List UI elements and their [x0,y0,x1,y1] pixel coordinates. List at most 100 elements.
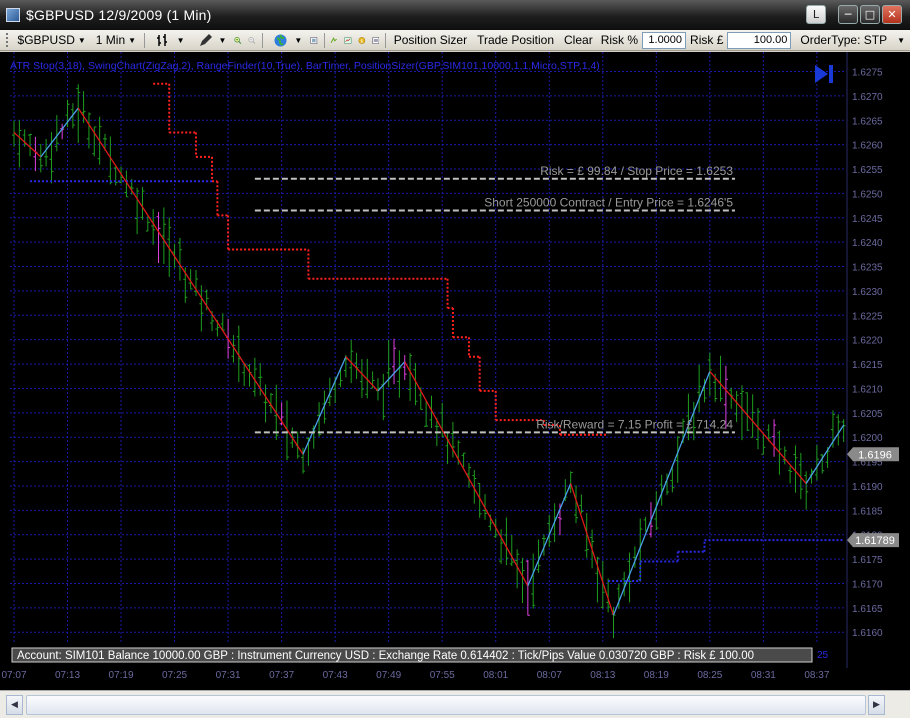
chevron-down-icon: ▼ [897,35,906,45]
toolbar-separator [144,32,145,48]
risk-percent-input[interactable] [642,31,687,49]
toolbar-separator [323,32,325,48]
x-tick-label: 07:19 [109,670,134,681]
chart-toolbar: $GBPUSD ▼ 1 Min ▼ ▼ ▼ ▼ $ Position Sizer T… [0,30,910,51]
scroll-to-end-icon[interactable] [815,65,833,83]
y-tick-label: 1.6220 [852,336,883,347]
instrument-selector[interactable]: $GBPUSD ▼ [13,31,91,50]
scrollbar-thumb[interactable] [26,695,866,715]
risk-gbp-input[interactable] [727,31,792,49]
link-button[interactable]: L [806,5,826,24]
axes: 1.6275 1.6270 1.6265 1.6260 1.6255 1.6250 1.62… [1,52,899,681]
order-type-selector[interactable]: OrderType: STP ▼ [795,31,910,50]
x-tick-label: 07:37 [269,670,294,681]
x-tick-label: 07:07 [1,670,26,681]
y-tick-label: 1.6160 [852,628,883,639]
globe-menu-button[interactable]: ▼ [265,31,307,50]
interval-label: 1 Min [95,33,126,47]
zigzag-swing-line [805,424,845,484]
close-button[interactable]: ✕ [882,5,902,24]
chevron-down-icon: ▼ [128,35,137,45]
window-controls: L ─ □ ✕ [806,5,902,24]
y-tick-label: 1.6230 [852,287,883,298]
interval-selector[interactable]: 1 Min ▼ [91,31,141,50]
y-tick-label: 1.6175 [852,555,883,566]
zoom-out-icon[interactable] [248,33,256,48]
x-tick-label: 07:43 [323,670,348,681]
analyzer-icon[interactable] [344,33,352,48]
trade-position-button[interactable]: Trade Position [472,31,559,50]
y-tick-label: 1.6210 [852,384,883,395]
chevron-down-icon: ▼ [77,35,86,45]
data-box-icon[interactable] [372,33,380,48]
y-tick-label: 1.6200 [852,433,883,444]
scroll-right-arrow-icon[interactable]: ▶ [868,695,885,715]
y-tick-label: 1.6240 [852,238,883,249]
instrument-label: $GBPUSD [17,33,75,47]
zoom-in-icon[interactable] [234,33,242,48]
zigzag-swing-line [302,356,347,455]
zigzag-swing-line [77,107,304,455]
clear-button[interactable]: Clear [559,31,598,50]
chart-app-icon [6,8,20,22]
pencil-icon [199,33,212,46]
x-tick-label: 08:31 [751,670,776,681]
y-tick-label: 1.6215 [852,360,883,371]
svg-text:$: $ [360,38,363,44]
account-status-text: Account: SIM101 Balance 10000.00 GBP : I… [17,650,754,662]
position-sizer-label: Risk = £ 99.84 / Stop Price = 1.6253 [540,164,733,178]
minimize-button[interactable]: ─ [838,5,858,24]
price-chart[interactable]: Risk = £ 99.84 / Stop Price = 1.6253 Shor… [0,52,910,690]
title-bar: $GBPUSD 12/9/2009 (1 Min) L ─ □ ✕ [0,0,910,30]
drawing-tool-button[interactable]: ▼ [190,31,232,50]
properties-icon[interactable] [310,33,318,48]
maximize-button[interactable]: □ [860,5,880,24]
position-sizer-label: Risk/Reward = 7.15 Profit = £ 714.24 [536,417,733,431]
x-tick-label: 07:55 [430,670,455,681]
x-tick-label: 08:07 [537,670,562,681]
chevron-down-icon: ▼ [294,35,303,45]
position-sizer-button[interactable]: Position Sizer [389,31,472,50]
order-type-label: OrderType: STP [800,33,888,47]
x-tick-label: 08:25 [697,670,722,681]
y-tick-label: 1.6235 [852,263,883,274]
y-tick-label: 1.6165 [852,604,883,615]
y-tick-label: 1.6225 [852,311,883,322]
y-tick-label: 1.6250 [852,189,883,200]
toolbar-grip[interactable] [6,33,9,47]
x-tick-label: 07:49 [376,670,401,681]
chart-panel[interactable]: Risk = £ 99.84 / Stop Price = 1.6253 Shor… [0,52,910,690]
y-tick-label: 1.6170 [852,579,883,590]
chart-grid [10,52,845,642]
stop-price-marker-label: 1.61789 [855,535,895,547]
horizontal-scrollbar[interactable]: ◀ ▶ [0,690,910,718]
toolbar-separator [385,32,386,48]
scroll-left-arrow-icon[interactable]: ◀ [6,695,23,715]
chevron-down-icon: ▼ [176,35,185,45]
zigzag-swing-line [40,107,79,158]
globe-icon [274,34,287,46]
bar-type-icon [156,33,167,46]
indicator-caption: ATR Stop(3,18), SwingChart(ZigZag,2), Ra… [10,60,600,72]
x-tick-label: 07:25 [162,670,187,681]
x-tick-label: 08:37 [804,670,829,681]
risk-gbp-label: Risk £ [690,33,724,47]
bar-type-button[interactable]: ▼ [148,31,190,50]
zigzag-swing-line [612,371,711,616]
x-tick-label: 08:01 [483,670,508,681]
x-tick-label: 07:31 [216,670,241,681]
chevron-down-icon: ▼ [218,35,227,45]
x-tick-label: 08:13 [590,670,615,681]
window-title: $GBPUSD 12/9/2009 (1 Min) [26,7,212,23]
risk-percent-label: Risk % [600,33,639,47]
position-sizer-label: Short 250000 Contract / Entry Price = 1.… [484,195,733,209]
strategy-icon[interactable] [330,33,338,48]
y-tick-label: 1.6245 [852,214,883,225]
zigzag-swing-line [570,483,615,616]
x-tick-label: 08:19 [644,670,669,681]
y-tick-label: 1.6190 [852,482,883,493]
coin-icon[interactable]: $ [358,33,366,48]
y-tick-label: 1.6255 [852,165,883,176]
zigzag-swing-line [377,361,406,392]
toolbar-separator [261,32,263,48]
